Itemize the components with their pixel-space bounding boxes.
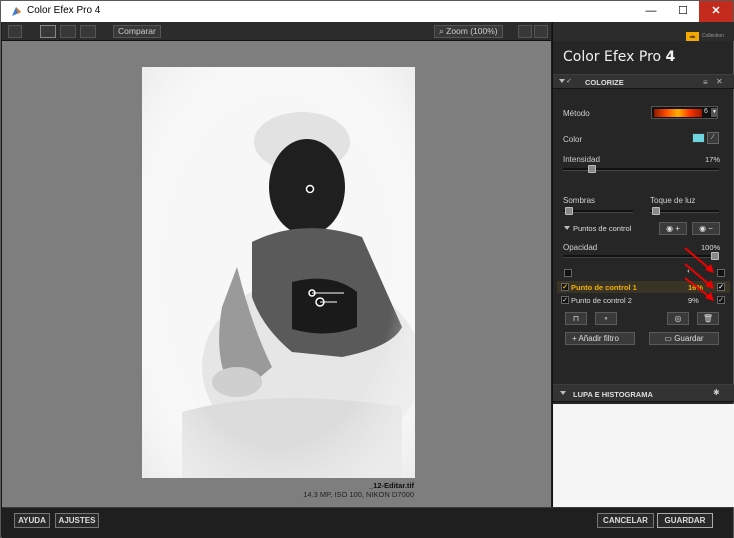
method-label: Método bbox=[563, 109, 590, 118]
control-point-name: Punto de control 1 bbox=[571, 283, 637, 292]
delete-point-button[interactable]: 🗑 bbox=[697, 312, 719, 325]
intensity-slider[interactable] bbox=[563, 165, 719, 173]
highlights-slider-handle[interactable] bbox=[652, 207, 660, 215]
control-point-check[interactable]: ✓ bbox=[561, 296, 569, 304]
chevron-down-icon[interactable] bbox=[560, 391, 566, 395]
filter-title: COLORIZE bbox=[585, 78, 624, 87]
preview-canvas[interactable]: _12-Editar.tif 14.3 MP, ISO 100, NIKON D… bbox=[2, 41, 551, 507]
duplicate-icon: ⊓ bbox=[572, 314, 580, 323]
chevron-down-icon: ▼ bbox=[711, 108, 718, 117]
bulb-icon[interactable] bbox=[518, 25, 532, 38]
zoom-button[interactable]: ⌕ Zoom (100%) bbox=[434, 25, 503, 38]
compare-button[interactable]: Comparar bbox=[113, 25, 161, 38]
single-view-button[interactable] bbox=[40, 25, 56, 38]
help-button[interactable]: AYUDA bbox=[14, 513, 50, 528]
shadows-slider[interactable] bbox=[563, 207, 633, 215]
plus-icon: ◉ + bbox=[666, 224, 680, 233]
color-label: Color bbox=[563, 135, 583, 144]
file-info: _12-Editar.tif 14.3 MP, ISO 100, NIKON D… bbox=[303, 481, 414, 499]
brand-name: Color Efex Pro bbox=[563, 49, 662, 65]
window-title: Color Efex Pro 4 bbox=[27, 5, 101, 16]
highlights-slider[interactable] bbox=[650, 207, 719, 215]
title-bar: Color Efex Pro 4 — ☐ ✕ bbox=[1, 1, 733, 22]
file-name: _12-Editar.tif bbox=[368, 481, 414, 490]
photo-illustration bbox=[142, 67, 415, 478]
shadows-slider-handle[interactable] bbox=[565, 207, 573, 215]
chevron-down-icon[interactable] bbox=[564, 226, 570, 230]
eyedropper-icon[interactable]: ⁄ bbox=[707, 132, 719, 144]
brand-title: Color Efex Pro 4 bbox=[563, 49, 675, 65]
trash-icon: 🗑 bbox=[702, 314, 714, 323]
opacity-label: Opacidad bbox=[563, 243, 598, 252]
filter-section-header[interactable]: ✓ COLORIZE ≡ ✕ bbox=[553, 74, 734, 89]
add-filter-label: Añadir filtro bbox=[578, 334, 619, 343]
add-filter-button[interactable]: + Añadir filtro bbox=[565, 332, 635, 345]
select-all-icon[interactable] bbox=[564, 269, 572, 277]
control-points-header[interactable]: Puntos de control ◉ + ◉ − bbox=[553, 221, 734, 236]
close-button[interactable]: ✕ bbox=[699, 1, 733, 22]
control-point-check[interactable]: ✓ bbox=[561, 283, 569, 291]
minus-icon: ◉ − bbox=[699, 224, 713, 233]
loupe-title: LUPA E HISTOGRAMA bbox=[573, 390, 653, 399]
duplicate-point-button[interactable]: ⊓ bbox=[565, 312, 587, 325]
file-details: 14.3 MP, ISO 100, NIKON D7000 bbox=[303, 490, 414, 499]
group-icon: ∘ bbox=[603, 314, 609, 323]
red-arrows-annotation bbox=[684, 247, 714, 301]
group-points-button[interactable]: ∘ bbox=[595, 312, 617, 325]
collection-label: Collection bbox=[702, 33, 724, 39]
filter-enable-check-icon[interactable]: ✓ bbox=[565, 78, 573, 86]
preview-image[interactable] bbox=[142, 67, 415, 478]
control-point-name: Punto de control 2 bbox=[571, 296, 632, 305]
save-preset-label: Guardar bbox=[674, 334, 704, 343]
app-window: Color Efex Pro 4 — ☐ ✕ Comparar ⌕ Zoom (… bbox=[0, 0, 734, 538]
shadows-label: Sombras bbox=[563, 196, 596, 205]
method-select[interactable]: 6 ▼ bbox=[651, 106, 718, 119]
show-points-button[interactable]: ◎ bbox=[667, 312, 689, 325]
method-value: 6 bbox=[704, 108, 708, 115]
app-icon bbox=[12, 7, 21, 16]
settings-button[interactable]: AJUSTES bbox=[55, 513, 99, 528]
loupe-section-header[interactable]: LUPA E HISTOGRAMA ✱ bbox=[553, 384, 734, 402]
method-preview bbox=[654, 109, 702, 117]
nik-badge: nik bbox=[686, 32, 699, 41]
intensity-label: Intensidad bbox=[563, 155, 600, 164]
color-swatch[interactable] bbox=[692, 133, 705, 143]
filter-menu-icon[interactable]: ≡ bbox=[703, 78, 708, 87]
side-by-side-button[interactable] bbox=[80, 25, 96, 38]
intensity-value: 17% bbox=[705, 155, 721, 164]
highlights-label: Toque de luz bbox=[650, 196, 696, 205]
zoom-label: Zoom (100%) bbox=[446, 26, 498, 36]
browser-toggle-icon[interactable] bbox=[8, 25, 22, 38]
split-view-button[interactable] bbox=[60, 25, 76, 38]
preview-toolbar: Comparar ⌕ Zoom (100%) bbox=[2, 22, 551, 41]
panel-header: nik Collection bbox=[553, 22, 734, 41]
maximize-button[interactable]: ☐ bbox=[667, 1, 699, 22]
pin-icon[interactable]: ✱ bbox=[713, 388, 720, 397]
control-points-label: Puntos de control bbox=[573, 224, 632, 233]
filter-panel: nik Collection Color Efex Pro 4 ✓ COLORI… bbox=[552, 22, 734, 507]
save-preset-button[interactable]: ▭ Guardar bbox=[649, 332, 719, 345]
layout-icon[interactable] bbox=[534, 25, 548, 38]
save-icon: ▭ bbox=[664, 334, 675, 343]
point-icon: ◎ bbox=[674, 314, 682, 323]
intensity-slider-handle[interactable] bbox=[588, 165, 596, 173]
add-negative-point-button[interactable]: ◉ − bbox=[692, 222, 720, 235]
save-button[interactable]: GUARDAR bbox=[657, 513, 713, 528]
remove-filter-icon[interactable]: ✕ bbox=[716, 77, 723, 86]
add-control-point-button[interactable]: ◉ + bbox=[659, 222, 687, 235]
cancel-button[interactable]: CANCELAR bbox=[597, 513, 654, 528]
minimize-button[interactable]: — bbox=[635, 1, 667, 22]
loupe-view bbox=[553, 404, 734, 507]
bottom-bar: AYUDA AJUSTES CANCELAR GUARDAR bbox=[2, 507, 733, 538]
brand-number: 4 bbox=[665, 49, 676, 65]
